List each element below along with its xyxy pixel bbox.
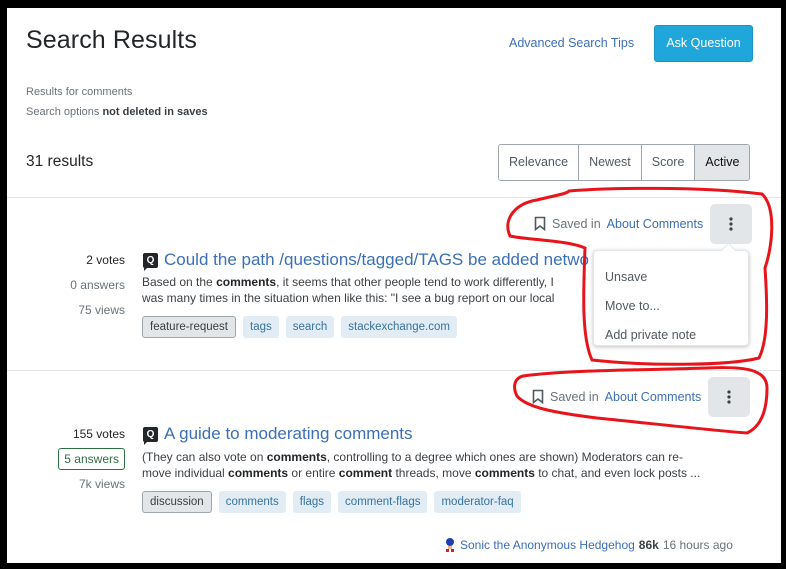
question-excerpt: (They can also vote on comments, control…	[142, 449, 742, 481]
view-count: 75 views	[78, 303, 125, 317]
question-type-icon: Q	[143, 252, 158, 271]
bookmark-icon	[532, 389, 544, 404]
search-results-page: Search Results Advanced Search Tips Ask …	[7, 8, 781, 563]
excerpt-highlight: comments	[266, 450, 327, 464]
excerpt-line-1: (They can also vote on comments, control…	[142, 449, 742, 465]
excerpt-text: move individual	[142, 466, 229, 480]
ask-question-button[interactable]: Ask Question	[654, 25, 753, 62]
tag[interactable]: comments	[218, 491, 286, 513]
search-options-label: Search options not deleted in saves	[26, 106, 208, 118]
tag[interactable]: search	[285, 316, 335, 338]
excerpt-text: to chat, and even lock posts ...	[534, 466, 701, 480]
tag-list: discussion comments flags comment-flags …	[142, 491, 521, 513]
excerpt-text: , controlling to a degree which ones are…	[326, 450, 683, 464]
post-stats: 155 votes 5 answers 7k views	[13, 422, 125, 497]
question-title-link[interactable]: A guide to moderating comments	[164, 424, 413, 444]
answer-count: 0 answers	[70, 278, 125, 292]
question-type-icon: Q	[143, 426, 158, 445]
excerpt-highlight: comments	[228, 466, 289, 480]
excerpt-text: Based on the	[142, 275, 217, 289]
more-actions-button[interactable]	[708, 377, 750, 417]
results-for-term: comments	[81, 86, 133, 98]
excerpt-line-2: move individual comments or entire comme…	[142, 465, 742, 481]
tag[interactable]: feature-request	[142, 316, 236, 338]
sort-relevance[interactable]: Relevance	[499, 145, 580, 180]
sort-newest[interactable]: Newest	[579, 145, 642, 180]
sort-active[interactable]: Active	[695, 145, 750, 180]
sort-score[interactable]: Score	[641, 145, 696, 180]
excerpt-line-1: Based on the comments, it seems that oth…	[142, 274, 592, 290]
excerpt-text: or entire	[288, 466, 339, 480]
user-avatar	[446, 538, 454, 552]
more-actions-button[interactable]	[710, 204, 752, 244]
question-title: Q Could the path /questions/tagged/TAGS …	[143, 250, 589, 271]
menu-item-add-private-note[interactable]: Add private note	[605, 328, 696, 342]
results-for-prefix: Results for	[26, 86, 82, 98]
kebab-menu-icon	[729, 217, 733, 231]
kebab-menu-icon	[727, 390, 731, 404]
bookmark-icon	[534, 216, 546, 231]
page-title: Search Results	[26, 26, 197, 54]
search-options-prefix: Search options	[26, 106, 103, 118]
post-author: Sonic the Anonymous Hedgehog 86k 16 hour…	[444, 537, 733, 553]
results-count: 31 results	[26, 153, 94, 170]
saved-in-label: Saved in	[550, 389, 599, 404]
question-excerpt: Based on the comments, it seems that oth…	[142, 274, 592, 306]
vote-count: 2 votes	[86, 253, 125, 267]
tag-list: feature-request tags search stackexchang…	[142, 316, 457, 338]
excerpt-line-2: was many times in the situation when lik…	[142, 291, 555, 305]
menu-item-unsave[interactable]: Unsave	[605, 270, 647, 284]
saved-item-dropdown-menu: Unsave Move to... Add private note	[593, 250, 749, 346]
tag[interactable]: tags	[243, 316, 279, 338]
search-options-value: not deleted in saves	[102, 106, 208, 118]
tag[interactable]: comment-flags	[338, 491, 428, 513]
divider	[7, 370, 781, 371]
author-name-link[interactable]: Sonic the Anonymous Hedgehog	[460, 538, 635, 552]
question-title-link[interactable]: Could the path /questions/tagged/TAGS be…	[164, 250, 589, 270]
excerpt-highlight: comments	[474, 466, 535, 480]
author-reputation: 86k	[638, 538, 659, 552]
saved-list-link[interactable]: About Comments	[605, 390, 702, 404]
sort-button-group: Relevance Newest Score Active	[498, 144, 751, 181]
vote-count: 155 votes	[72, 427, 125, 441]
question-title: Q A guide to moderating comments	[143, 424, 413, 445]
tag[interactable]: moderator-faq	[434, 491, 521, 513]
view-count: 7k views	[78, 477, 125, 491]
saved-indicator: Saved in About Comments	[532, 389, 701, 404]
saved-list-link[interactable]: About Comments	[607, 217, 704, 231]
post-time: 16 hours ago	[662, 538, 733, 552]
saved-indicator: Saved in About Comments	[534, 216, 703, 231]
tag[interactable]: discussion	[142, 491, 212, 513]
results-for-label: Results for comments	[26, 86, 132, 98]
excerpt-text: (They can also vote on	[142, 450, 267, 464]
excerpt-highlight: comment	[338, 466, 393, 480]
menu-item-move-to[interactable]: Move to...	[605, 299, 660, 313]
excerpt-highlight: comments	[216, 275, 277, 289]
tag[interactable]: flags	[292, 491, 332, 513]
saved-in-label: Saved in	[552, 216, 601, 231]
tag[interactable]: stackexchange.com	[341, 316, 457, 338]
answer-count: 5 answers	[58, 448, 125, 470]
divider	[7, 197, 781, 198]
excerpt-text: , it seems that other people tend to wor…	[276, 275, 554, 289]
excerpt-text: threads, move	[392, 466, 475, 480]
advanced-search-tips-link[interactable]: Advanced Search Tips	[509, 36, 634, 50]
post-stats: 2 votes 0 answers 75 views	[13, 248, 125, 323]
